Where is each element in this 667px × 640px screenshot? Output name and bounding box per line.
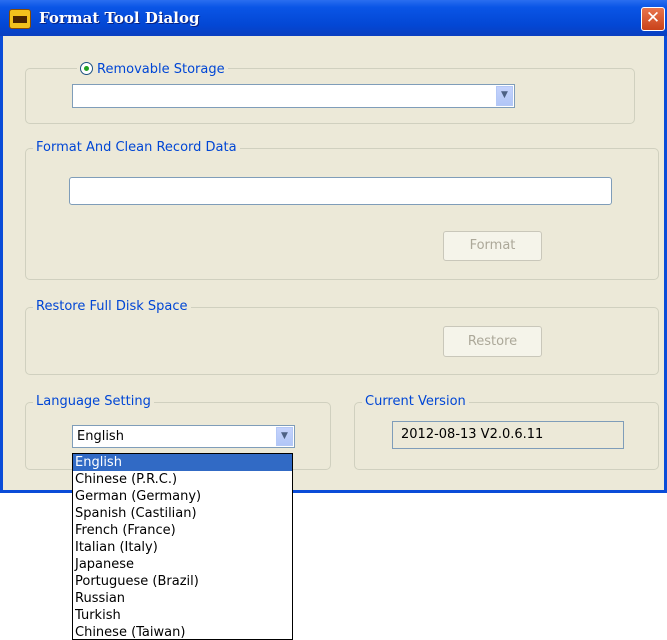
language-option[interactable]: Russian <box>73 590 292 607</box>
removable-storage-radio[interactable] <box>80 62 93 75</box>
language-option[interactable]: Spanish (Castilian) <box>73 505 292 522</box>
version-value: 2012-08-13 V2.0.6.11 <box>392 421 624 449</box>
chevron-down-icon[interactable]: ▼ <box>496 86 513 106</box>
restore-button[interactable]: Restore <box>443 326 542 357</box>
language-select-value: English <box>77 429 124 444</box>
version-group-legend: Current Version <box>362 394 469 410</box>
window-title: Format Tool Dialog <box>39 9 200 27</box>
language-option[interactable]: German (Germany) <box>73 488 292 505</box>
format-group-legend: Format And Clean Record Data <box>33 140 240 156</box>
language-group-legend: Language Setting <box>33 394 154 410</box>
title-bar[interactable]: Format Tool Dialog ✕ <box>0 0 667 36</box>
dialog-body: Removable Storage ▼ Format And Clean Rec… <box>3 36 664 490</box>
device-select[interactable]: ▼ <box>72 84 515 108</box>
restore-group <box>25 307 659 375</box>
removable-storage-label: Removable Storage <box>97 62 225 77</box>
restore-group-legend: Restore Full Disk Space <box>33 299 191 315</box>
format-text-field[interactable] <box>69 177 612 205</box>
dialog-window: Format Tool Dialog ✕ Removable Storage ▼… <box>0 0 667 493</box>
language-option[interactable]: Chinese (P.R.C.) <box>73 471 292 488</box>
language-option[interactable]: Chinese (Taiwan) <box>73 624 292 639</box>
language-select[interactable]: English ▼ <box>72 425 295 448</box>
chevron-down-icon[interactable]: ▼ <box>276 427 293 446</box>
format-group <box>25 148 659 280</box>
language-option[interactable]: English <box>73 454 292 471</box>
language-option[interactable]: Japanese <box>73 556 292 573</box>
language-option[interactable]: Italian (Italy) <box>73 539 292 556</box>
language-dropdown-list[interactable]: English Chinese (P.R.C.) German (Germany) S… <box>72 453 293 640</box>
language-option[interactable]: Turkish <box>73 607 292 624</box>
language-option[interactable]: French (France) <box>73 522 292 539</box>
format-button[interactable]: Format <box>443 231 542 261</box>
language-option[interactable]: Portuguese (Brazil) <box>73 573 292 590</box>
storage-radio-option[interactable]: Removable Storage <box>77 62 228 78</box>
app-icon <box>9 9 31 29</box>
close-button[interactable]: ✕ <box>641 7 665 31</box>
